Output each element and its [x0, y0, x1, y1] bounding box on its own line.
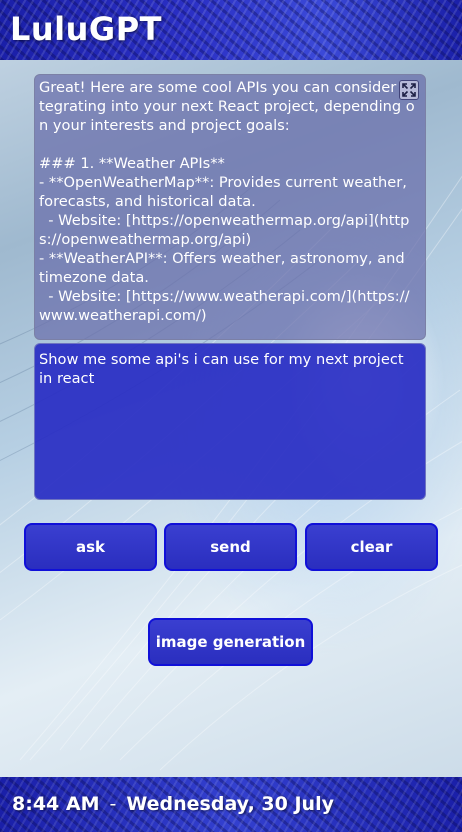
response-text: Great! Here are some cool APIs you can c…: [39, 79, 415, 324]
prompt-input[interactable]: Show me some api's i can use for my next…: [34, 343, 426, 500]
datetime-display: 8:44 AM - Wednesday, 30 July: [12, 793, 334, 815]
time-label: 8:44 AM: [12, 793, 100, 815]
clear-button[interactable]: clear: [305, 523, 438, 571]
date-label: Wednesday, 30 July: [126, 793, 334, 815]
image-generation-button[interactable]: image generation: [148, 618, 313, 666]
app-header: LuluGPT: [0, 0, 462, 60]
send-button[interactable]: send: [164, 523, 297, 571]
expand-icon[interactable]: [399, 80, 419, 100]
status-bar: 8:44 AM - Wednesday, 30 July: [0, 777, 462, 832]
response-output[interactable]: Great! Here are some cool APIs you can c…: [34, 74, 426, 340]
separator: -: [109, 793, 117, 815]
prompt-text: Show me some api's i can use for my next…: [39, 351, 409, 387]
ask-button[interactable]: ask: [24, 523, 157, 571]
app-title: LuluGPT: [10, 10, 162, 48]
